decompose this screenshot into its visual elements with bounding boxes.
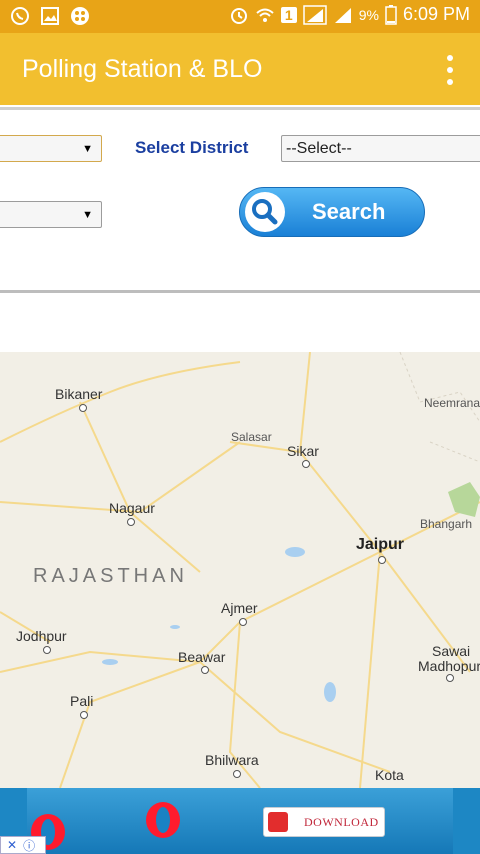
place-label: Nagaur (109, 500, 155, 516)
search-button[interactable]: Search (239, 187, 425, 237)
place-label: Pali (70, 693, 94, 709)
battery-percent: 9% (358, 6, 379, 23)
signal-icon (334, 7, 351, 23)
search-icon (252, 199, 278, 225)
district-label: Select District (135, 138, 249, 157)
place-label: Madhopur (418, 658, 480, 674)
app-bar: Polling Station & BLO (0, 33, 480, 105)
dropdown-arrow-icon: ▼ (82, 208, 93, 221)
whatsapp-icon (11, 7, 29, 25)
place-marker (446, 674, 454, 682)
app-icon (71, 7, 89, 25)
download-button[interactable]: DOWNLOAD (263, 807, 385, 837)
place-marker (378, 556, 386, 564)
more-vert-icon[interactable] (446, 55, 454, 85)
place-label: Jaipur (356, 536, 405, 553)
place-label: Bikaner (55, 386, 103, 402)
place-label: Bhilwara (205, 752, 259, 768)
wifi-icon (256, 8, 274, 22)
download-icon (268, 812, 288, 832)
ad-info-icon: ⓘ (23, 838, 36, 853)
place-marker (302, 460, 310, 468)
place-label: Sikar (287, 443, 319, 459)
place-label: Jodhpur (16, 628, 67, 644)
constituency-select[interactable]: ▼ (0, 201, 102, 228)
place-marker (80, 711, 88, 719)
alarm-icon (230, 7, 247, 24)
district-select[interactable]: --Select-- (281, 135, 480, 162)
place-marker (201, 666, 209, 674)
place-label: Beawar (178, 649, 226, 665)
place-label: Bhangarh (420, 517, 473, 531)
district-select-value: --Select-- (286, 139, 352, 157)
divider (0, 107, 480, 110)
place-label: Salasar (231, 430, 272, 444)
region-label: RAJASTHAN (33, 565, 188, 587)
search-icon-wrap (245, 192, 285, 232)
search-button-label: Search (312, 199, 386, 224)
clock: 6:09 PM (402, 4, 470, 24)
place-marker (233, 770, 241, 778)
place-label: Neemrana (424, 396, 480, 410)
dropdown-arrow-icon: ▼ (82, 142, 93, 155)
search-form: ▼ Select District --Select-- ▼ Search (0, 105, 480, 295)
close-icon: ✕ (7, 838, 18, 852)
place-marker (79, 404, 87, 412)
image-icon (41, 7, 59, 25)
place-label: Kota (375, 767, 404, 783)
place-marker (127, 518, 135, 526)
battery-icon (385, 4, 397, 25)
ad-banner[interactable]: DOWNLOAD (0, 788, 480, 854)
state-select[interactable]: ▼ (0, 135, 102, 162)
download-label: DOWNLOAD (304, 815, 379, 829)
sim-badge: 1 (280, 6, 297, 23)
status-bar: 1 9% 6:09 PM (0, 0, 480, 33)
place-label: Sawai (432, 643, 471, 659)
place-label: Ajmer (221, 600, 258, 616)
map-view[interactable]: Bikaner Salasar Sikar Neemrana Nagaur Bh… (0, 352, 480, 788)
place-marker (239, 618, 247, 626)
opera-icon (146, 802, 180, 838)
divider (0, 290, 480, 293)
app-title: Polling Station & BLO (22, 55, 263, 83)
signal-icon (302, 4, 327, 25)
ad-close-button[interactable]: ✕ ⓘ (0, 836, 46, 854)
ad-content[interactable]: DOWNLOAD (27, 788, 453, 854)
place-marker (43, 646, 51, 654)
